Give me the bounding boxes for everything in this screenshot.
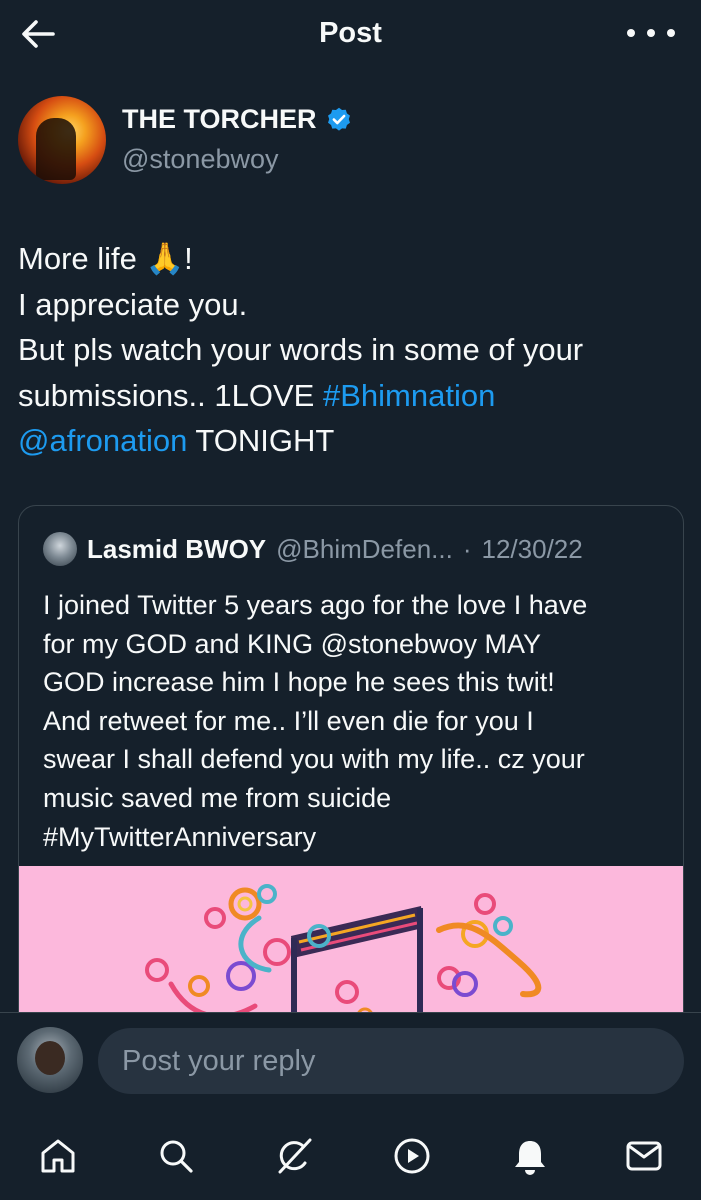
- messages-icon: [626, 1141, 662, 1171]
- nav-home[interactable]: [34, 1132, 82, 1180]
- bottom-nav: [0, 1110, 701, 1200]
- search-icon: [160, 1140, 193, 1173]
- more-button[interactable]: [627, 18, 675, 48]
- nav-video[interactable]: [388, 1132, 436, 1180]
- author-name-row: THE TORCHER: [122, 104, 353, 135]
- nav-search[interactable]: [152, 1132, 200, 1180]
- home-icon: [41, 1139, 75, 1173]
- video-icon: [394, 1138, 430, 1174]
- reply-bar: [0, 1012, 701, 1110]
- reply-input[interactable]: [98, 1028, 684, 1094]
- quoted-post-text: I joined Twitter 5 years ago for the lov…: [43, 586, 673, 856]
- quoted-post-header: Lasmid BWOY @BhimDefen... · 12/30/22: [43, 532, 583, 566]
- quoted-text-line: I joined Twitter 5 years ago for the lov…: [43, 590, 588, 620]
- post-text-line: @afronation TONIGHT: [18, 423, 335, 458]
- post-text-line: I appreciate you.: [18, 286, 248, 322]
- quoted-text-line: music saved me from suicide: [43, 782, 392, 813]
- post-text-line: submissions.. 1LOVE #Bhimnation: [18, 377, 496, 413]
- top-bar: Post: [0, 0, 701, 68]
- quoted-text-line: #MyTwitterAnniversary: [43, 821, 317, 852]
- nav-grok[interactable]: [270, 1132, 318, 1180]
- post-text-line: More life 🙏!: [18, 241, 193, 276]
- quoted-author-avatar: [43, 532, 77, 566]
- quoted-text-line: swear I shall defend you with my life.. …: [43, 744, 585, 775]
- quoted-post[interactable]: Lasmid BWOY @BhimDefen... · 12/30/22 I j…: [18, 505, 684, 1045]
- author-avatar[interactable]: [18, 96, 106, 184]
- arrow-left-icon: [22, 20, 55, 48]
- verified-badge-icon: [327, 107, 350, 131]
- quoted-text-line: GOD increase him I hope he sees this twi…: [43, 667, 555, 698]
- post-text-line: But pls watch your words in some of your: [18, 332, 584, 367]
- separator-dot: ·: [462, 533, 472, 564]
- quoted-text-line: for my GOD and KING @stonebwoy MAY: [43, 628, 542, 659]
- quoted-author-handle: @BhimDefen...: [276, 533, 453, 564]
- post-author: THE TORCHER @stonebwoy: [18, 96, 678, 188]
- author-name[interactable]: THE TORCHER: [122, 104, 317, 135]
- nav-messages[interactable]: [620, 1132, 668, 1180]
- more-dots-icon: [627, 29, 635, 37]
- page-title: Post: [319, 17, 382, 49]
- author-handle[interactable]: @stonebwoy: [122, 144, 279, 175]
- back-button[interactable]: [18, 14, 58, 54]
- mention-link[interactable]: @afronation: [18, 423, 187, 458]
- user-avatar[interactable]: [17, 1027, 83, 1093]
- quoted-text-line: And retweet for me.. I’ll even die for y…: [43, 705, 534, 736]
- quoted-author-name: Lasmid BWOY: [87, 533, 267, 564]
- hashtag-link[interactable]: #Bhimnation: [323, 378, 495, 413]
- post-text: More life 🙏! I appreciate you. But pls w…: [18, 236, 678, 464]
- notifications-icon: [515, 1141, 545, 1175]
- nav-notifications[interactable]: [506, 1132, 554, 1180]
- grok-icon: [278, 1138, 312, 1174]
- quoted-post-date: 12/30/22: [481, 533, 583, 564]
